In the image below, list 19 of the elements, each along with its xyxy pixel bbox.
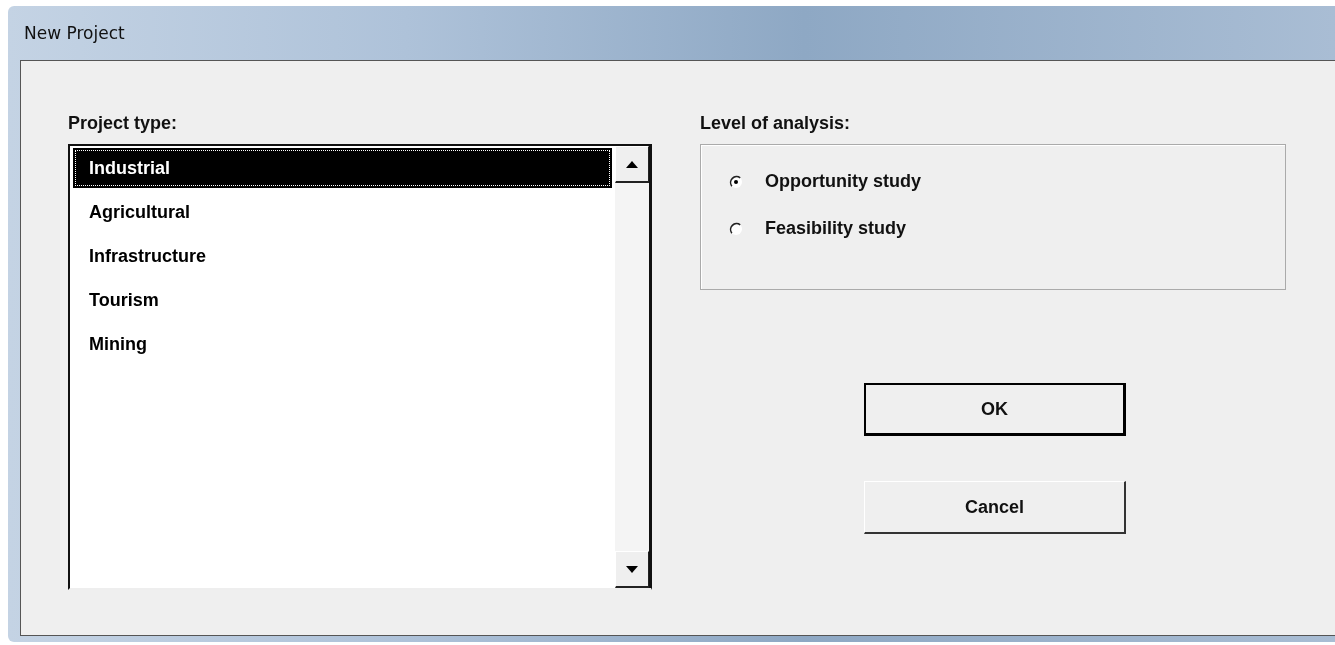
list-item[interactable]: Mining — [73, 324, 612, 368]
list-item[interactable]: Agricultural — [73, 192, 612, 236]
list-item[interactable]: Tourism — [73, 280, 612, 324]
cancel-button[interactable]: Cancel — [864, 481, 1126, 534]
level-of-analysis-label: Level of analysis: — [700, 113, 852, 134]
window-title: New Project — [24, 23, 125, 43]
down-arrow-icon — [626, 565, 638, 573]
list-item[interactable]: Industrial — [73, 148, 612, 188]
radio-option[interactable]: Feasibility study — [729, 218, 1285, 239]
up-arrow-icon — [626, 160, 638, 168]
radio-button[interactable] — [729, 221, 743, 236]
scroll-up-button[interactable] — [615, 146, 649, 183]
project-type-list[interactable]: Industrial Agricultural Infrastructure Tourism Mining — [68, 144, 652, 590]
list-item[interactable]: Infrastructure — [73, 236, 612, 280]
radio-option[interactable]: Opportunity study — [729, 171, 1285, 192]
ok-button[interactable]: OK — [864, 383, 1126, 436]
radio-button[interactable] — [729, 174, 743, 189]
project-type-label: Project type: — [68, 113, 179, 134]
scroll-down-button[interactable] — [615, 551, 649, 588]
